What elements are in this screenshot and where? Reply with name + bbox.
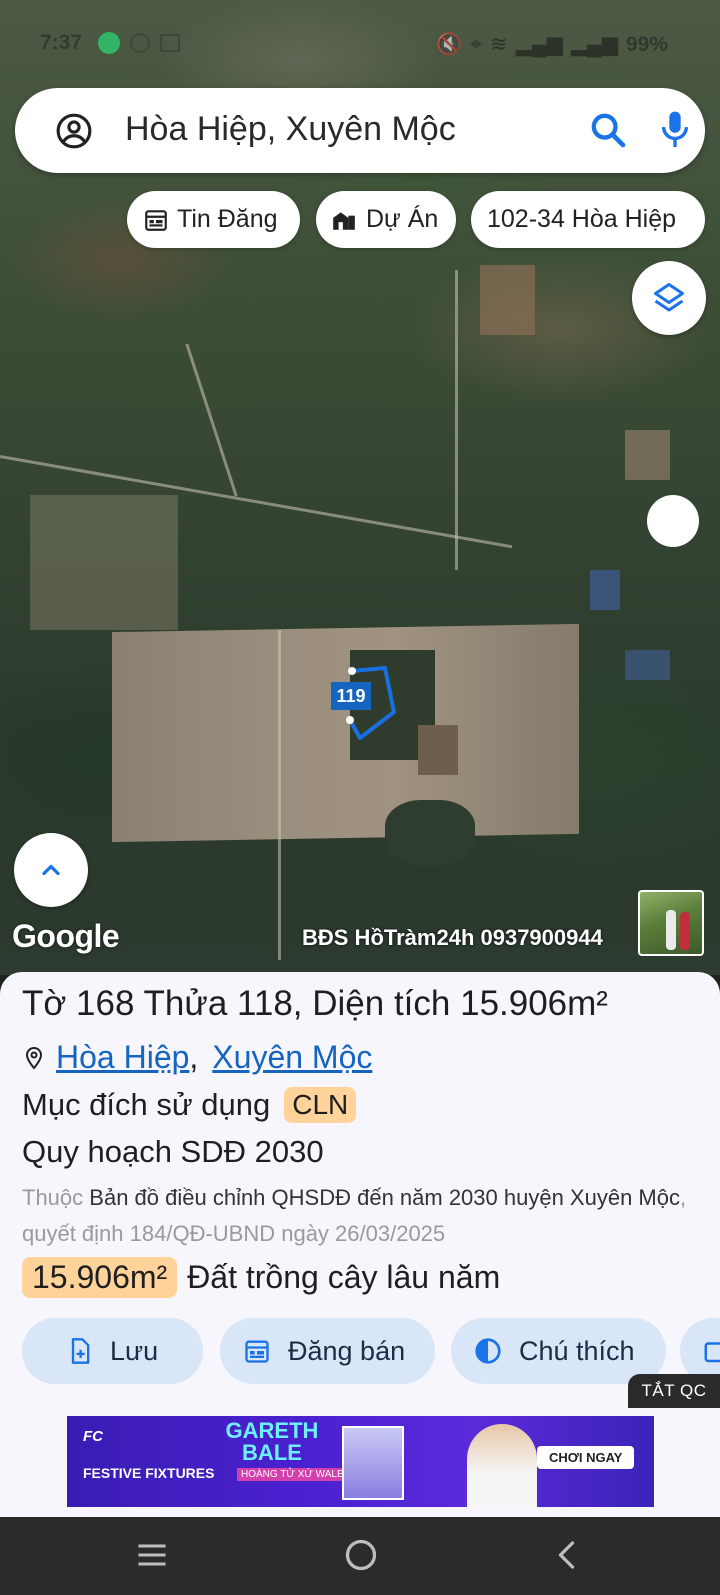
app-root: 119 Google BĐS HồTràm24h 0937900944 7:37… — [0, 0, 720, 1595]
close-ad-button[interactable]: TẮT QC — [628, 1374, 720, 1408]
account-icon[interactable] — [55, 112, 93, 150]
status-bar: 7:37 🔇 ⌖ ≋ ▂▄▆ ▂▄▆ 99% — [0, 0, 720, 88]
chip-label: 102-34 Hòa Hiệp — [487, 205, 677, 233]
desc-main: Bản đồ điều chỉnh QHSDĐ đến năm 2030 huy… — [89, 1185, 680, 1210]
google-logo: Google — [12, 918, 120, 954]
ad-tagline: HOÀNG TỬ XỨ WALES — [237, 1468, 355, 1481]
ad-player-card — [342, 1426, 404, 1500]
ad-brand-logo: FC — [83, 1428, 103, 1445]
purpose-code-badge: CLN — [284, 1087, 357, 1123]
ward-link[interactable]: Hòa Hiệp — [56, 1039, 189, 1076]
settings-icon — [130, 33, 150, 53]
legend-button[interactable]: Chú thích — [451, 1318, 666, 1384]
chip-du-an[interactable]: Dự Án — [316, 191, 456, 248]
home-icon[interactable] — [343, 1537, 379, 1573]
ad-player-image — [467, 1424, 537, 1507]
contrast-icon — [475, 1338, 501, 1364]
area-row: 15.906m² Đất trồng cây lâu năm — [22, 1257, 500, 1298]
action-label: Chú thích — [519, 1335, 635, 1366]
ad-banner[interactable]: FC FESTIVE FIXTURES GARETH BALE HOÀNG TỬ… — [67, 1416, 654, 1507]
calendar-icon — [145, 209, 167, 231]
building-icon — [333, 211, 355, 230]
signal-icon: ▂▄▆ — [515, 33, 563, 56]
land-type: Đất trồng cây lâu năm — [187, 1259, 501, 1295]
area-badge: 15.906m² — [22, 1257, 178, 1298]
street-photo-thumbnail[interactable] — [638, 890, 704, 956]
location-pin-icon — [25, 1046, 43, 1069]
parcel-number-label[interactable]: 119 — [331, 682, 371, 710]
wifi-icon: ≋ — [489, 33, 508, 56]
system-nav-bar — [0, 1517, 720, 1595]
notification-icons — [98, 32, 180, 54]
chip-tin-dang[interactable]: Tin Đăng — [127, 191, 300, 248]
district-link[interactable]: Xuyên Mộc — [212, 1039, 372, 1076]
mute-icon: 🔇 — [436, 32, 463, 56]
chevron-up-icon — [42, 864, 60, 876]
expand-up-button[interactable] — [14, 833, 88, 907]
chip-label: Dự Án — [366, 205, 439, 233]
back-icon[interactable] — [550, 1537, 586, 1573]
my-location-button[interactable] — [647, 495, 699, 547]
add-photo-icon — [704, 1342, 720, 1363]
plan-title: Quy hoạch SDĐ 2030 — [22, 1134, 324, 1169]
search-icon[interactable] — [588, 110, 628, 150]
recents-icon[interactable] — [134, 1537, 170, 1573]
system-icons: 🔇 ⌖ ≋ ▂▄▆ ▂▄▆ 99% — [436, 32, 668, 57]
save-button[interactable]: Lưu — [22, 1318, 203, 1384]
land-purpose: Mục đích sử dụng CLN — [22, 1087, 357, 1123]
action-label: Đăng bán — [288, 1335, 406, 1366]
ad-cta-button[interactable]: CHƠI NGAY — [537, 1446, 635, 1469]
post-sale-button[interactable]: Đăng bán — [220, 1318, 435, 1384]
parcel-location: Hòa Hiệp, Xuyên Mộc — [22, 1039, 372, 1076]
battery-level: 99% — [625, 32, 668, 56]
parcel-title: Tờ 168 Thửa 118, Diện tích 15.906m² — [22, 984, 608, 1023]
image-icon — [160, 34, 180, 52]
search-bar[interactable]: Hòa Hiệp, Xuyên Mộc — [15, 88, 705, 173]
save-file-icon — [71, 1338, 90, 1364]
ad-player-name: GARETH BALE — [225, 1418, 319, 1465]
search-input[interactable]: Hòa Hiệp, Xuyên Mộc — [125, 110, 456, 149]
location-icon: ⌖ — [470, 32, 482, 56]
vpn-icon — [98, 32, 120, 54]
microphone-icon[interactable] — [658, 108, 692, 152]
layers-icon — [654, 283, 684, 312]
signal-icon: ▂▄▆ — [570, 33, 618, 56]
plan-description: Thuộc Bản đồ điều chỉnh QHSDĐ đến năm 20… — [22, 1180, 702, 1252]
status-time: 7:37 — [40, 31, 83, 54]
chip-parcel-ref[interactable]: 102-34 Hòa Hiệp — [471, 191, 705, 248]
action-label: Lưu — [110, 1335, 159, 1366]
chip-label: Tin Đăng — [177, 205, 278, 233]
ad-promo-text: FESTIVE FIXTURES — [83, 1465, 215, 1481]
layers-button[interactable] — [632, 261, 706, 335]
map-watermark: BĐS HồTràm24h 0937900944 — [302, 925, 603, 950]
desc-prefix: Thuộc — [22, 1185, 84, 1210]
purpose-label: Mục đích sử dụng — [22, 1087, 271, 1122]
calendar-icon — [245, 1340, 269, 1363]
